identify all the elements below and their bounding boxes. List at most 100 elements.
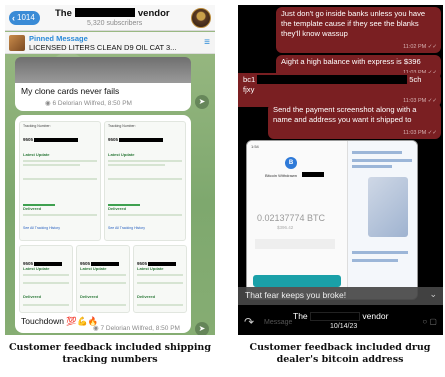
figure-caption-right: Customer feedback included drug dealer's… [249,342,431,365]
text-line [137,304,183,306]
payment-screenshot[interactable]: 1:54 B Bitcoin Withdrawn 0.02137774 BTC … [246,140,418,300]
redaction-bar [310,312,361,321]
pinned-message-bar[interactable]: Pinned Message LICENSED LITERS CLEAN D9 … [5,32,215,54]
message-time: 11:03 PM ✓✓ [403,130,437,136]
chevron-down-icon[interactable]: ⌄ [429,289,437,300]
tracking-number: 9505 [108,128,168,142]
subscriber-count: 5,320 subscribers [87,20,143,27]
message-bubble[interactable]: Just don't go inside banks unless you ha… [276,7,441,53]
latest-update-title: Latest Update [108,152,135,157]
text-line [80,304,126,306]
text-line [108,160,182,162]
tracking-number: 9505 [80,252,129,266]
message-image[interactable] [15,57,191,83]
address-suffix: 5ch [409,75,422,84]
pinned-thumbnail [9,35,25,51]
chevron-left-icon: ‹ [12,13,15,23]
sender-name: The vendor [293,311,388,321]
share-icon[interactable]: ➤ [195,322,209,335]
channel-title[interactable]: The vendor [55,8,170,19]
tracking-screenshot: 9505 Latest Update Delivered [133,245,187,313]
tracking-number: 9505 [137,252,186,266]
btc-amount: 0.02137774 BTC [257,213,326,223]
transaction-screen [347,141,417,299]
pinned-text: LICENSED LITERS CLEAN D9 OIL CAT 3... [29,43,177,52]
text-line [108,178,182,180]
delivered-title: Delivered [23,206,42,211]
address-prefix: bc1 [243,75,256,84]
message-bubble[interactable]: Tracking Number: 9505 Latest Update Deli… [15,115,191,333]
redaction-bar [74,8,135,17]
transaction-image [368,177,408,237]
redaction-bar [119,138,164,142]
tracking-screenshot: 9505 Latest Update Delivered [76,245,130,313]
text-line [352,259,398,262]
tracking-history-link: See All Tracking History [23,226,60,230]
channel-header: ‹ 1014 The vendor 5,320 subscribers [5,5,215,31]
wallet-label: Bitcoin Withdrawn [265,173,298,178]
text-line [352,165,392,168]
status-time: 1:54 [251,144,259,149]
message-text: Send the payment screenshot along with a… [273,105,417,124]
latest-update-title: Latest Update [80,266,107,271]
telegram-channel-screenshot: ‹ 1014 The vendor 5,320 subscribers Pinne… [5,5,215,335]
share-icon[interactable]: ➤ [195,95,209,109]
message-time: 11:02 PM ✓✓ [403,44,437,50]
latest-update-title: Latest Update [23,152,50,157]
message-text: Aight a high balance with express is $39… [281,57,421,66]
tracking-number-prefix: 9505 [108,137,119,142]
tracking-screenshot: Tracking Number: 9505 Latest Update Deli… [19,121,101,241]
text-line [23,282,69,284]
text-line [80,274,126,276]
text-line [108,214,182,216]
bitcoin-icon: B [285,157,297,169]
text-line [23,178,97,180]
unread-count: 1014 [17,13,35,22]
usd-amount: $396.42 [277,225,294,230]
text-line [352,159,412,162]
latest-update-title: Latest Update [23,266,50,271]
back-button[interactable]: ‹ 1014 [9,11,40,25]
figure: ‹ 1014 The vendor 5,320 subscribers Pinne… [0,0,445,377]
text-line [137,282,183,284]
media-actions-icon[interactable]: ○ ▢ [422,317,437,326]
message-text: Touchdown 💯💪🔥 [21,316,99,326]
message-text: My clone cards never fails [21,86,120,96]
pinned-title: Pinned Message [29,34,88,43]
share-icon[interactable]: ↷ [244,315,254,329]
text-line [108,164,165,166]
message-meta: ◉ 7 Delorian Wilfred, 8:50 PM [93,325,180,332]
delivered-title: Delivered [80,294,99,299]
figure-caption-left: Customer feedback included shipping trac… [8,342,211,365]
media-viewer-bar: ↷ Message The vendor 10/14/23 ○ ▢ [238,307,443,335]
text-line [352,151,402,154]
text-line [23,160,97,162]
redaction-bar [34,138,79,142]
text-line [23,304,69,306]
image-caption: That fear keeps you broke! ⌄ [238,287,443,305]
pin-list-icon[interactable]: ≡ [204,37,210,48]
status-bar [108,204,140,206]
channel-avatar[interactable] [191,8,211,28]
tracking-screenshot: 9505 Latest Update Delivered [19,245,73,313]
message-bubble[interactable]: My clone cards never fails ◉ 6 Delorian … [15,83,191,111]
message-bubble[interactable]: bc1 5ch fjxy 11:03 PM ✓✓ [238,73,441,107]
redaction-bar [302,172,324,177]
text-line [137,274,183,276]
delivered-title: Delivered [23,294,42,299]
text-line [80,282,126,284]
text-line [23,214,97,216]
dark-chat-screenshot: Just don't go inside banks unless you ha… [238,5,443,335]
text-line [23,274,69,276]
delivered-title: Delivered [108,206,127,211]
text-line [352,251,408,254]
message-input[interactable]: Message [264,319,292,326]
tracking-screenshot: Tracking Number: 9505 Latest Update Deli… [104,121,186,241]
tracking-history-link: See All Tracking History [108,226,145,230]
sender-suffix: vendor [362,311,389,321]
wallet-action-button [253,275,341,287]
message-text: Just don't go inside banks unless you ha… [281,9,426,38]
tracking-number-prefix: 9505 [23,137,34,142]
status-bar [23,204,55,206]
message-bubble[interactable]: Send the payment screenshot along with a… [268,103,441,139]
